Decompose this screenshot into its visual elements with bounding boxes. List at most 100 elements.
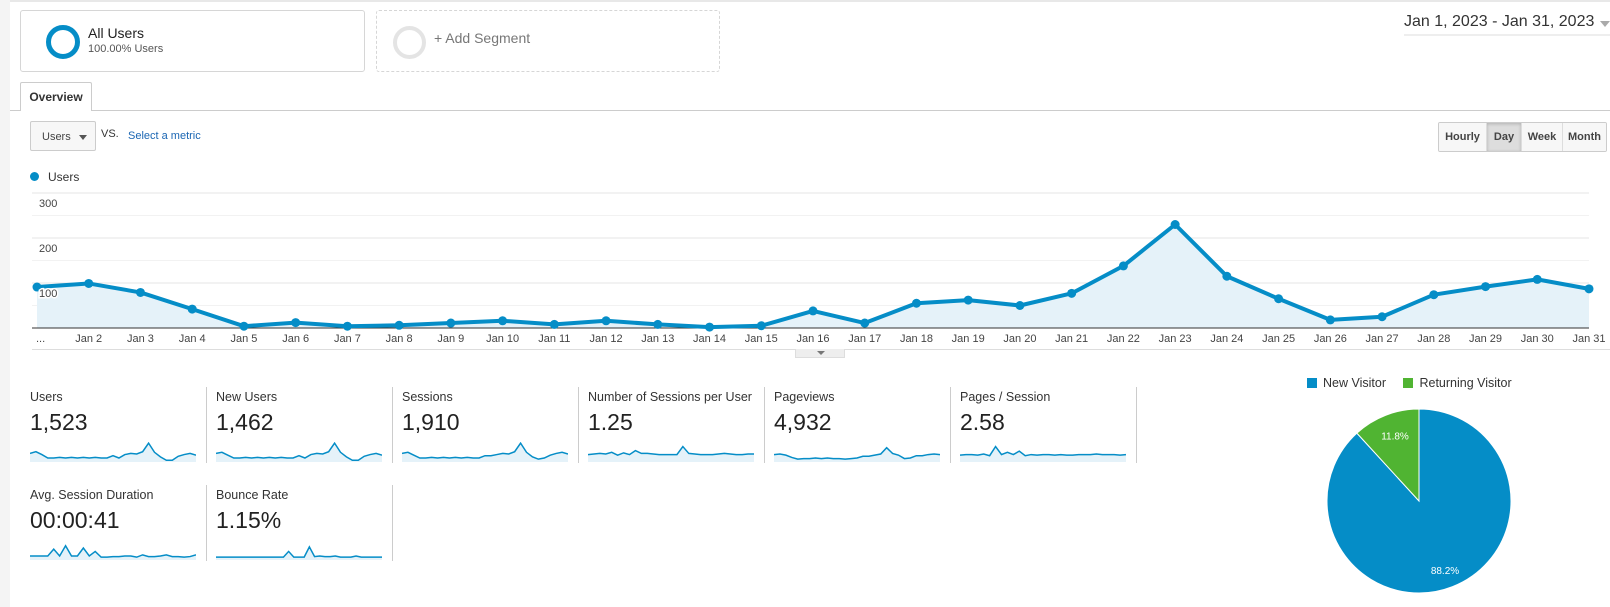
data-point[interactable] <box>394 320 404 330</box>
data-point[interactable] <box>239 321 249 331</box>
x-tick-label: Jan 4 <box>179 333 206 345</box>
metric-name: Bounce Rate <box>216 488 289 502</box>
tab-overview[interactable]: Overview <box>20 82 92 111</box>
data-point[interactable] <box>1170 220 1180 229</box>
granularity-week-button[interactable]: Week <box>1521 123 1562 151</box>
sparkline <box>402 442 568 462</box>
pie-slice-label: 11.8% <box>1381 431 1409 442</box>
sparkline <box>960 445 1126 462</box>
sparkline <box>216 545 382 560</box>
data-point[interactable] <box>963 295 973 305</box>
metric-value: 1,910 <box>402 409 460 435</box>
data-point[interactable] <box>1481 282 1491 292</box>
metric-name: New Users <box>216 390 278 404</box>
sparkline <box>774 446 940 462</box>
x-tick-label: Jan 19 <box>952 333 985 345</box>
data-point[interactable] <box>808 306 818 316</box>
metric-card[interactable]: Bounce Rate 1.15% <box>216 488 396 568</box>
x-tick-label: ... <box>36 333 45 345</box>
x-tick-label: Jan 10 <box>486 333 519 345</box>
chart-expand-handle[interactable] <box>795 349 845 358</box>
y-tick-label: 100 <box>39 288 57 300</box>
sparkline-area <box>216 546 382 560</box>
x-tick-label: Jan 22 <box>1107 333 1140 345</box>
data-point[interactable] <box>1429 290 1439 300</box>
granularity-month-button[interactable]: Month <box>1562 123 1606 151</box>
segment-all-users[interactable]: All Users 100.00% Users <box>20 10 365 72</box>
data-point[interactable] <box>498 316 508 326</box>
legend-square-icon <box>1307 378 1317 388</box>
data-point[interactable] <box>601 316 611 326</box>
metric-divider <box>206 387 207 463</box>
granularity-day-button[interactable]: Day <box>1486 123 1521 151</box>
metric-divider <box>950 387 951 463</box>
granularity-hourly-button[interactable]: Hourly <box>1439 123 1486 151</box>
metric-value: 1,462 <box>216 409 274 435</box>
sparkline-area <box>30 443 196 462</box>
metric-name: Avg. Session Duration <box>30 488 154 502</box>
segment-ring-icon <box>46 25 80 59</box>
metric-divider <box>392 485 393 561</box>
metric-name: Pages / Session <box>960 390 1051 404</box>
pie-legend-returning-visitor[interactable]: Returning Visitor <box>1403 376 1512 390</box>
pie-legend-label: New Visitor <box>1323 376 1386 390</box>
vs-label: VS. <box>101 128 119 140</box>
metric-card[interactable]: Number of Sessions per User 1.25 <box>588 390 768 470</box>
data-point[interactable] <box>653 319 663 329</box>
sparkline <box>30 544 196 560</box>
chevron-down-icon <box>817 351 825 355</box>
x-tick-label: Jan 29 <box>1469 333 1502 345</box>
data-point[interactable] <box>342 321 352 331</box>
y-tick-label: 300 <box>39 198 57 210</box>
date-range-picker[interactable]: Jan 1, 2023 - Jan 31, 2023 <box>1404 12 1610 36</box>
metric-dropdown-value: Users <box>42 131 71 143</box>
x-tick-label: Jan 30 <box>1521 333 1554 345</box>
data-point[interactable] <box>860 318 870 328</box>
data-point[interactable] <box>1067 288 1077 298</box>
data-point[interactable] <box>84 278 94 288</box>
data-point[interactable] <box>1532 274 1542 284</box>
add-segment-button[interactable]: + Add Segment <box>376 10 720 72</box>
segment-subtitle: 100.00% Users <box>88 43 164 55</box>
x-tick-label: Jan 7 <box>334 333 361 345</box>
x-tick-label: Jan 14 <box>693 333 726 345</box>
metric-divider <box>764 387 765 463</box>
metric-divider <box>1136 387 1137 463</box>
data-point[interactable] <box>1222 271 1232 281</box>
metric-card[interactable]: New Users 1,462 <box>216 390 396 470</box>
data-point[interactable] <box>911 298 921 308</box>
data-point[interactable] <box>1584 284 1594 294</box>
data-point[interactable] <box>1118 261 1128 271</box>
metric-dropdown[interactable]: Users <box>30 121 96 151</box>
x-tick-label: Jan 26 <box>1314 333 1347 345</box>
x-tick-label: Jan 20 <box>1003 333 1036 345</box>
x-tick-label: Jan 25 <box>1262 333 1295 345</box>
data-point[interactable] <box>1325 315 1335 325</box>
x-tick-label: Jan 13 <box>641 333 674 345</box>
data-point[interactable] <box>756 321 766 331</box>
data-point[interactable] <box>135 287 145 297</box>
x-tick-label: Jan 9 <box>437 333 464 345</box>
metric-card[interactable]: Sessions 1,910 <box>402 390 582 470</box>
data-point[interactable] <box>1015 301 1025 310</box>
data-point[interactable] <box>549 319 559 329</box>
metric-card[interactable]: Pages / Session 2.58 <box>960 390 1140 470</box>
metric-card[interactable]: Pageviews 4,932 <box>774 390 954 470</box>
data-point[interactable] <box>705 322 715 332</box>
pie-legend-label: Returning Visitor <box>1419 376 1512 390</box>
data-point[interactable] <box>1377 312 1387 322</box>
data-point[interactable] <box>446 318 456 328</box>
add-segment-label: + Add Segment <box>434 30 531 46</box>
sparkline-area <box>774 447 940 462</box>
data-point[interactable] <box>1274 294 1284 304</box>
data-point[interactable] <box>291 318 301 328</box>
pie-legend-new-visitor[interactable]: New Visitor <box>1307 376 1386 390</box>
metric-card[interactable]: Avg. Session Duration 00:00:41 <box>30 488 210 568</box>
metric-card[interactable]: Users 1,523 <box>30 390 210 470</box>
sparkline <box>588 445 754 462</box>
sparkline-area <box>402 443 568 462</box>
data-point[interactable] <box>187 304 197 314</box>
x-tick-label: Jan 24 <box>1210 333 1243 345</box>
x-tick-label: Jan 15 <box>745 333 778 345</box>
select-metric-link[interactable]: Select a metric <box>128 130 201 142</box>
